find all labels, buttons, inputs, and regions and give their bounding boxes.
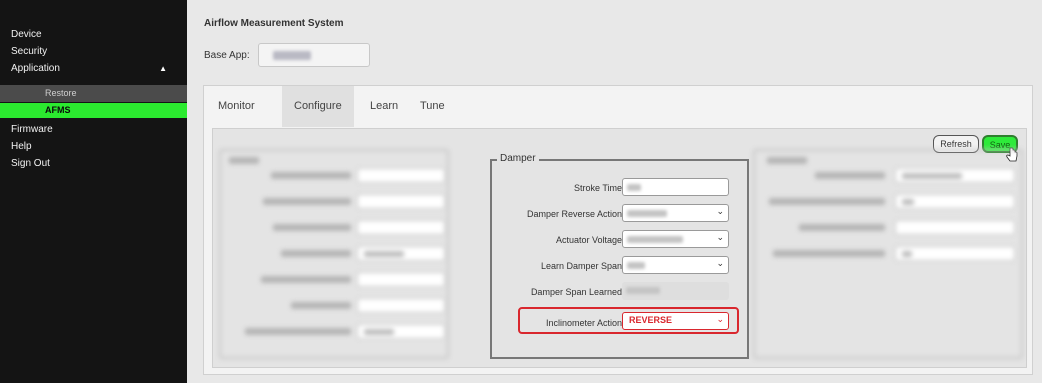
actuator-voltage-label: Actuator Voltage xyxy=(555,235,622,245)
learn-damper-span-label: Learn Damper Span xyxy=(540,261,622,271)
base-app-label: Base App: xyxy=(204,50,250,61)
nav-afms[interactable]: AFMS xyxy=(0,103,187,118)
nav-application-label: Application xyxy=(11,63,60,74)
nav-help[interactable]: Help xyxy=(0,138,187,155)
stroke-time-input[interactable] xyxy=(622,178,729,196)
chevron-down-icon: ⌄ xyxy=(716,258,724,268)
stroke-time-label: Stroke Time xyxy=(573,183,622,193)
tab-tune[interactable]: Tune xyxy=(408,86,457,126)
content-card: Monitor Configure Learn Tune Refresh Sav… xyxy=(203,85,1033,375)
damper-reverse-action-label: Damper Reverse Action xyxy=(526,209,622,219)
chevron-down-icon: ⌄ xyxy=(716,314,724,324)
tab-learn[interactable]: Learn xyxy=(358,86,410,126)
base-app-select[interactable] xyxy=(258,43,370,67)
nav-security[interactable]: Security xyxy=(0,43,187,60)
nav-device[interactable]: Device xyxy=(0,26,187,43)
inclinometer-action-select[interactable]: REVERSE ⌄ xyxy=(622,312,729,330)
damper-span-learned-value xyxy=(622,282,729,300)
tab-configure[interactable]: Configure xyxy=(282,86,354,127)
configure-panel: Refresh Save Damper Stroke Time Damper R… xyxy=(212,128,1027,368)
damper-span-learned-label: Damper Span Learned xyxy=(530,287,622,297)
main-area: Airflow Measurement System Base App: Mon… xyxy=(187,0,1042,383)
damper-legend: Damper xyxy=(497,153,539,164)
inclinometer-action-label: Inclinometer Action xyxy=(545,318,622,328)
damper-fieldset: Damper Stroke Time Damper Reverse Action… xyxy=(490,153,749,359)
caret-up-icon: ▲ xyxy=(159,64,167,73)
blurred-settings-group-left xyxy=(219,149,449,359)
damper-reverse-action-select[interactable]: ⌄ xyxy=(622,204,729,222)
inclinometer-action-value: REVERSE xyxy=(629,315,673,325)
chevron-down-icon: ⌄ xyxy=(716,232,724,242)
blurred-settings-group-right xyxy=(753,149,1023,359)
nav-restore[interactable]: Restore xyxy=(0,85,187,102)
nav-sign-out[interactable]: Sign Out xyxy=(0,155,187,172)
nav-application[interactable]: Application ▲ xyxy=(0,60,187,77)
tab-monitor[interactable]: Monitor xyxy=(206,86,267,126)
sidebar: Device Security Application ▲ Restore AF… xyxy=(0,0,187,383)
nav-firmware[interactable]: Firmware xyxy=(0,121,187,138)
chevron-down-icon: ⌄ xyxy=(716,206,724,216)
blurred-value xyxy=(273,51,311,60)
actuator-voltage-select[interactable]: ⌄ xyxy=(622,230,729,248)
learn-damper-span-select[interactable]: ⌄ xyxy=(622,256,729,274)
app-title: Airflow Measurement System xyxy=(204,18,344,29)
